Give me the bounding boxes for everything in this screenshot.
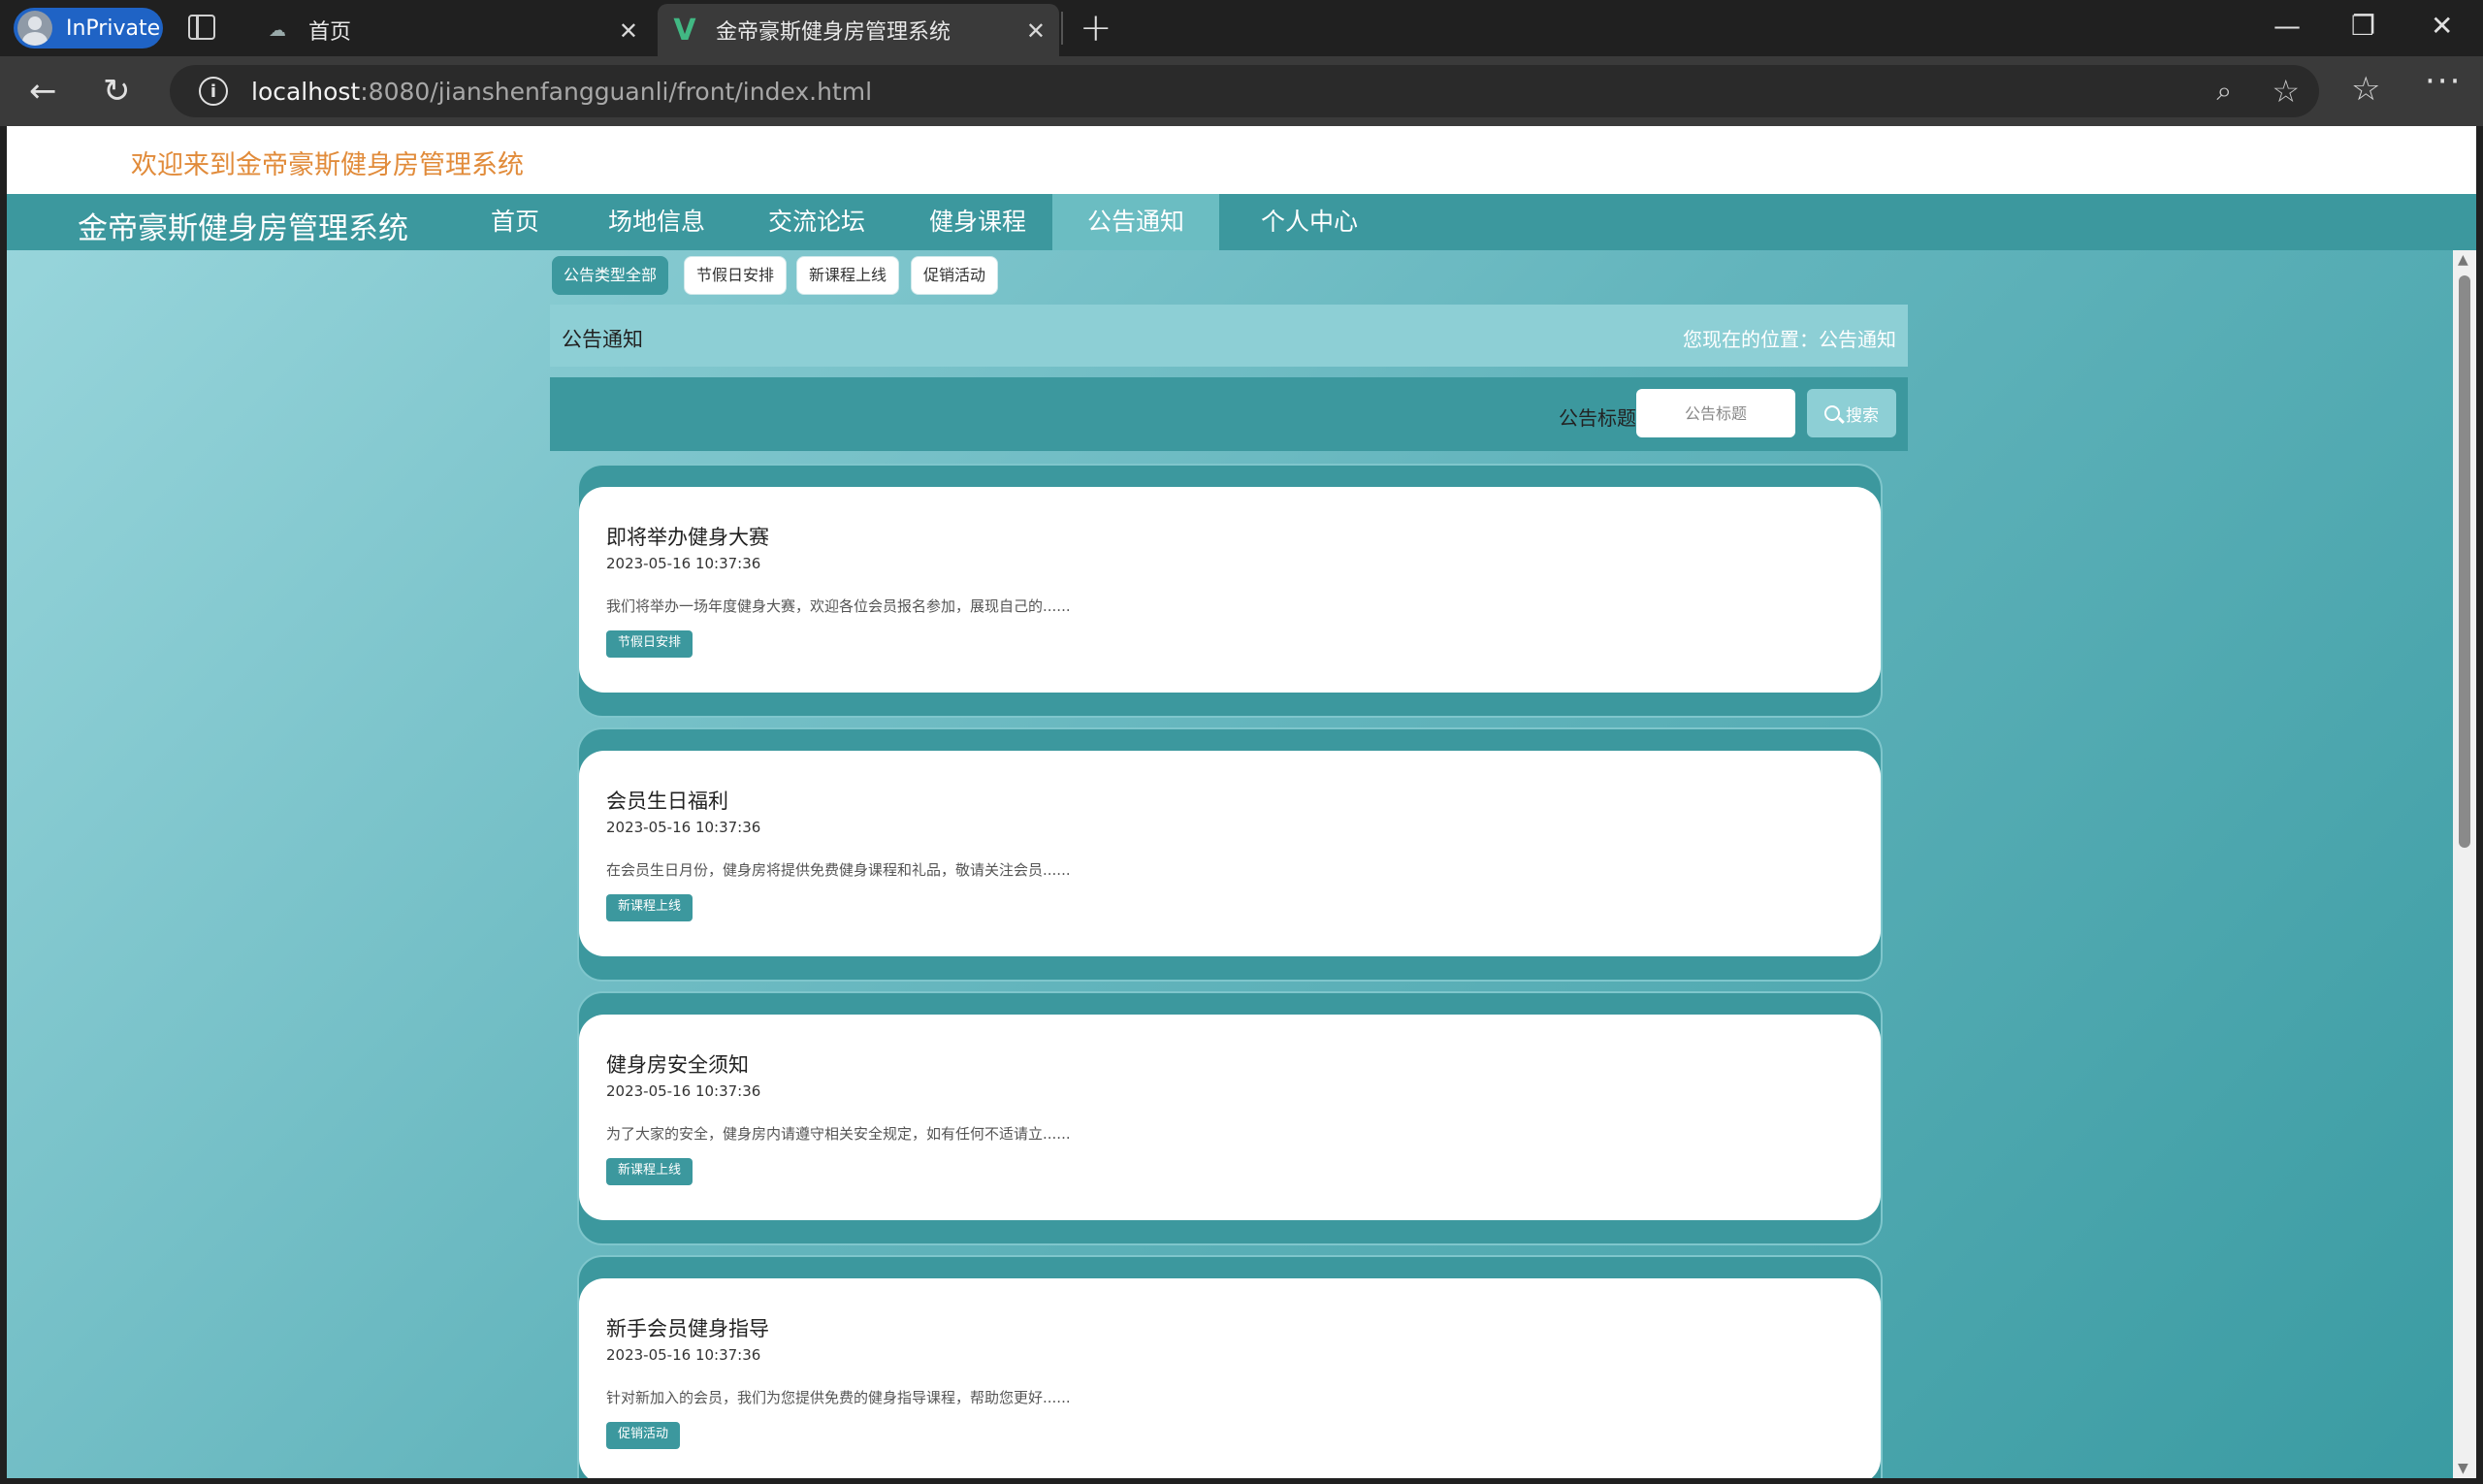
search-bar: 公告标题 搜索	[550, 377, 1908, 451]
minimize-icon[interactable]: —	[2273, 10, 2301, 42]
tab-actions-icon[interactable]	[188, 15, 215, 40]
notice-date: 2023-05-16 10:37:36	[606, 1346, 761, 1364]
address-bar[interactable]: i localhost :8080/jianshenfangguanli/fro…	[170, 65, 2319, 117]
nav-item-notices[interactable]: 公告通知	[1052, 194, 1219, 250]
nav-item-forum[interactable]: 交流论坛	[744, 194, 889, 250]
page-viewport: 欢迎来到金帝豪斯健身房管理系统 金帝豪斯健身房管理系统 首页 场地信息 交流论坛…	[7, 126, 2476, 1478]
browser-tab-bar: InPrivate ☁ 首页 ✕ V 金帝豪斯健身房管理系统 ✕ + — ❐ ✕	[0, 0, 2483, 56]
restore-icon[interactable]: ❐	[2351, 10, 2375, 42]
profile-avatar-icon	[17, 11, 52, 46]
inprivate-label: InPrivate	[66, 16, 161, 41]
notice-summary: 在会员生日月份，健身房将提供免费健身课程和礼品，敬请关注会员......	[606, 861, 1071, 879]
vue-favicon-icon: V	[673, 13, 696, 48]
notice-card-body: 健身房安全须知 2023-05-16 10:37:36 为了大家的安全，健身房内…	[579, 1015, 1881, 1220]
filter-chip-promotion[interactable]: 促销活动	[911, 256, 998, 295]
filter-chip-holiday[interactable]: 节假日安排	[684, 256, 787, 295]
zoom-icon[interactable]: ⌕	[2216, 75, 2232, 108]
main-nav: 金帝豪斯健身房管理系统 首页 场地信息 交流论坛 健身课程 公告通知 个人中心	[7, 194, 2476, 250]
notice-type-tag: 促销活动	[606, 1422, 681, 1449]
notice-title[interactable]: 会员生日福利	[606, 786, 728, 815]
notice-title[interactable]: 健身房安全须知	[606, 1049, 749, 1079]
notice-card-body: 即将举办健身大赛 2023-05-16 10:37:36 我们将举办一场年度健身…	[579, 487, 1881, 693]
search-button-label: 搜索	[1846, 405, 1879, 426]
favorites-icon[interactable]: ☆	[2351, 70, 2380, 109]
notice-card[interactable]: 新手会员健身指导 2023-05-16 10:37:36 针对新加入的会员，我们…	[577, 1255, 1883, 1478]
breadcrumb: 公告通知 您现在的位置：公告通知	[550, 305, 1908, 367]
site-info-icon[interactable]: i	[199, 77, 228, 106]
site-brand: 金帝豪斯健身房管理系统	[78, 211, 408, 246]
section-title: 公告通知	[562, 328, 643, 351]
page-favicon-icon: ☁	[269, 19, 286, 41]
favorite-star-icon[interactable]: ☆	[2272, 73, 2300, 110]
notice-title[interactable]: 即将举办健身大赛	[606, 522, 769, 551]
notice-summary: 我们将举办一场年度健身大赛，欢迎各位会员报名参加，展现自己的......	[606, 597, 1071, 615]
notice-card-body: 会员生日福利 2023-05-16 10:37:36 在会员生日月份，健身房将提…	[579, 751, 1881, 956]
url-host: localhost	[251, 77, 361, 106]
tab-close-icon[interactable]: ✕	[619, 17, 638, 45]
filter-chip-all[interactable]: 公告类型全部	[552, 256, 668, 295]
new-tab-icon[interactable]: +	[1080, 6, 1113, 50]
search-label: 公告标题	[1559, 406, 1636, 430]
notice-type-tag: 节假日安排	[606, 630, 693, 658]
page-scrollbar[interactable]: ▲ ▼	[2453, 250, 2476, 1478]
search-button[interactable]: 搜索	[1807, 389, 1896, 437]
nav-item-profile[interactable]: 个人中心	[1231, 194, 1388, 250]
search-input[interactable]	[1636, 389, 1795, 437]
notice-card[interactable]: 会员生日福利 2023-05-16 10:37:36 在会员生日月份，健身房将提…	[577, 727, 1883, 982]
url-path: :8080/jianshenfangguanli/front/index.htm…	[360, 77, 873, 106]
scroll-down-icon[interactable]: ▼	[2458, 1461, 2468, 1476]
more-menu-icon[interactable]: ···	[2425, 62, 2462, 101]
window-close-icon[interactable]: ✕	[2431, 10, 2453, 42]
nav-item-courses[interactable]: 健身课程	[905, 194, 1050, 250]
browser-tab-title: 首页	[308, 20, 352, 45]
notice-date: 2023-05-16 10:37:36	[606, 555, 761, 572]
browser-toolbar: ← ↻ i localhost :8080/jianshenfangguanli…	[0, 56, 2483, 126]
search-icon	[1824, 405, 1840, 421]
notice-date: 2023-05-16 10:37:36	[606, 819, 761, 836]
browser-tab-title: 金帝豪斯健身房管理系统	[716, 20, 951, 45]
notice-summary: 针对新加入的会员，我们为您提供免费的健身指导课程，帮助您更好......	[606, 1389, 1071, 1406]
notice-summary: 为了大家的安全，健身房内请遵守相关安全规定，如有任何不适请立......	[606, 1125, 1071, 1143]
inprivate-badge[interactable]: InPrivate	[14, 8, 163, 48]
nav-item-home[interactable]: 首页	[453, 194, 577, 250]
tab-divider	[1061, 12, 1063, 45]
tab-close-icon[interactable]: ✕	[1026, 17, 1046, 45]
back-arrow-icon[interactable]: ←	[29, 72, 57, 111]
notice-type-tag: 新课程上线	[606, 1158, 693, 1185]
notice-card[interactable]: 即将举办健身大赛 2023-05-16 10:37:36 我们将举办一场年度健身…	[577, 464, 1883, 718]
scroll-up-icon[interactable]: ▲	[2458, 252, 2468, 268]
notice-card[interactable]: 健身房安全须知 2023-05-16 10:37:36 为了大家的安全，健身房内…	[577, 991, 1883, 1245]
welcome-text: 欢迎来到金帝豪斯健身房管理系统	[131, 150, 524, 180]
filter-chip-new-course[interactable]: 新课程上线	[796, 256, 899, 295]
scrollbar-thumb[interactable]	[2459, 275, 2470, 848]
welcome-banner: 欢迎来到金帝豪斯健身房管理系统	[7, 126, 2476, 194]
reload-icon[interactable]: ↻	[103, 72, 131, 111]
nav-item-venues[interactable]: 场地信息	[589, 194, 725, 250]
browser-tab-active[interactable]: V 金帝豪斯健身房管理系统 ✕	[658, 4, 1059, 56]
current-location: 您现在的位置：公告通知	[1683, 328, 1896, 351]
notice-date: 2023-05-16 10:37:36	[606, 1082, 761, 1100]
browser-tab-home[interactable]: ☁ 首页 ✕	[250, 4, 652, 56]
notice-card-body: 新手会员健身指导 2023-05-16 10:37:36 针对新加入的会员，我们…	[579, 1278, 1881, 1478]
notice-type-tag: 新课程上线	[606, 894, 693, 921]
notice-title[interactable]: 新手会员健身指导	[606, 1313, 769, 1342]
